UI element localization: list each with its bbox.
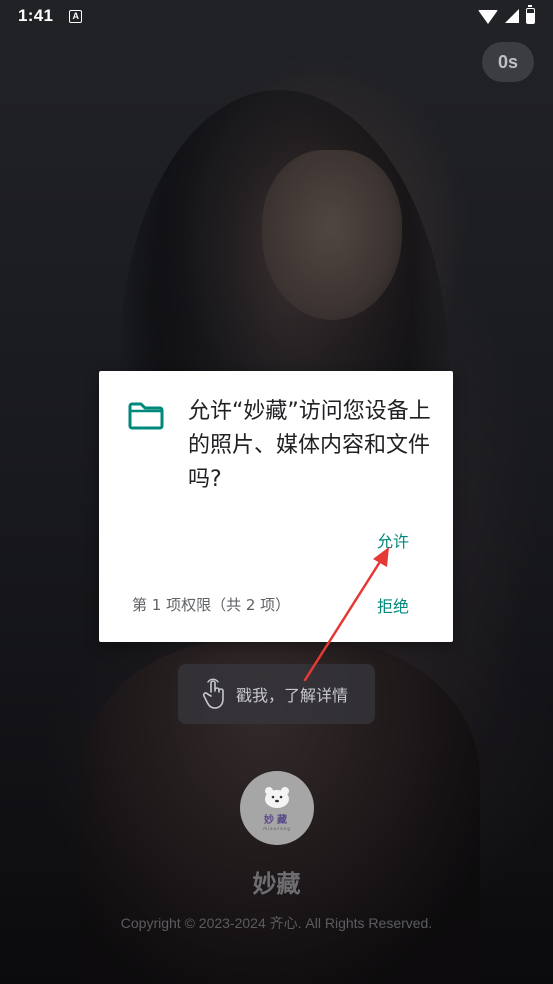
- tap-hand-icon: [202, 678, 224, 709]
- app-name: 妙藏: [252, 870, 301, 898]
- permission-dialog: 允许“妙藏”访问您设备上的照片、媒体内容和文件吗? 允许 第 1 项权限（共 2…: [99, 371, 453, 642]
- permission-count: 第 1 项权限（共 2 项）: [132, 596, 291, 614]
- logo-text: 妙藏: [264, 815, 290, 826]
- signal-icon: [505, 9, 519, 23]
- permission-message: 允许“妙藏”访问您设备上的照片、媒体内容和文件吗?: [188, 399, 431, 492]
- status-time: 1:41: [18, 6, 54, 25]
- notification-a-icon: A: [69, 9, 83, 23]
- wifi-icon: [478, 10, 498, 24]
- skip-countdown-button[interactable]: 0s: [482, 42, 534, 82]
- status-bar: 1:41 A: [0, 0, 553, 32]
- red-arrow-annotation: [303, 547, 389, 682]
- bear-icon: [265, 787, 289, 808]
- app-logo: 妙藏 miaocang: [240, 771, 314, 845]
- logo-subtext: miaocang: [263, 826, 291, 831]
- copyright-text: Copyright © 2023-2024 齐心. All Rights Res…: [120, 915, 433, 931]
- folder-icon: [128, 402, 164, 430]
- battery-icon: [526, 5, 535, 24]
- learn-more-label: 戳我，了解详情: [236, 686, 349, 705]
- status-icons: [478, 5, 535, 24]
